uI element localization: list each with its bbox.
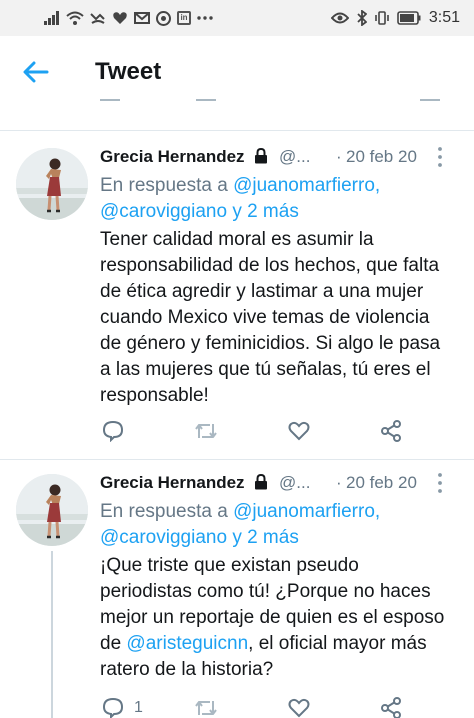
reply-icon [102, 697, 124, 718]
battery-icon [397, 11, 421, 25]
bluetooth-icon [357, 10, 367, 26]
mention-link[interactable]: @caroviggiano [100, 527, 227, 548]
mention-comma: , [374, 501, 381, 522]
tweet-header: Grecia Hernandez @... · 20 feb 20 [100, 147, 450, 175]
retweet-button[interactable] [194, 695, 228, 718]
separator-dot: · [336, 147, 342, 166]
mention-link[interactable]: @juanomarfierro [233, 501, 375, 522]
reply-icon [102, 420, 124, 442]
tweet-text: ¡Que triste que existan pseudo periodist… [100, 553, 452, 683]
tweet-options-button[interactable] [430, 471, 450, 495]
reply-prefix: En respuesta a [100, 501, 228, 522]
share-icon [381, 420, 401, 442]
heart-icon [288, 421, 310, 441]
author-handle[interactable]: @... [279, 473, 310, 492]
reply-context: En respuesta a @juanomarfierro, @carovig… [100, 499, 450, 551]
retweet-icon [195, 701, 217, 715]
share-button[interactable] [380, 695, 402, 718]
thread-line [51, 551, 53, 718]
vibrate-icon [375, 10, 389, 26]
divider [0, 459, 474, 460]
mention-link[interactable]: @caroviggiano [100, 201, 227, 222]
mention-link[interactable]: @aristeguicnn [126, 633, 248, 654]
more-dots-icon [197, 15, 213, 21]
retweet-button[interactable] [194, 418, 228, 444]
status-bar: in 3:51 [0, 0, 474, 36]
back-button[interactable] [18, 56, 54, 88]
avatar[interactable] [16, 148, 88, 220]
author-name[interactable]: Grecia Hernandez [100, 473, 245, 492]
tweet-actions [100, 418, 430, 446]
tweet-options-button[interactable] [430, 145, 450, 169]
reply-prefix: En respuesta a [100, 175, 228, 196]
more-vertical-icon [438, 473, 442, 493]
more-vertical-icon [438, 147, 442, 167]
author-handle[interactable]: @... [279, 147, 310, 166]
page-title: Tweet [95, 58, 162, 85]
tweet[interactable]: Grecia Hernandez @... · 20 feb 20 En res… [0, 147, 474, 452]
wifi-icon [66, 11, 84, 25]
more-mentions-link[interactable]: y 2 más [232, 527, 299, 548]
heart-monitor-icon [112, 11, 128, 25]
like-button[interactable] [288, 695, 320, 718]
lock-icon [254, 473, 268, 495]
more-mentions-link[interactable]: y 2 más [232, 201, 299, 222]
status-time: 3:51 [428, 9, 460, 26]
mail-icon [134, 11, 150, 25]
divider [0, 130, 474, 131]
chrome-icon [156, 10, 171, 26]
tweet-text: Tener calidad moral es asumir la respons… [100, 229, 441, 406]
reply-count: 1 [134, 699, 143, 716]
tweet-header: Grecia Hernandez @... · 20 feb 20 [100, 473, 450, 501]
mention-comma: , [374, 175, 381, 196]
retweet-icon [195, 424, 217, 438]
linkedin-icon: in [177, 11, 191, 25]
tweet[interactable]: Grecia Hernandez @... · 20 feb 20 En res… [0, 473, 474, 718]
previous-tweet-remnant [0, 96, 474, 110]
reply-button[interactable] [102, 418, 134, 444]
author-name[interactable]: Grecia Hernandez [100, 147, 245, 166]
tweet-date[interactable]: 20 feb 20 [346, 473, 417, 493]
reply-button[interactable]: 1 [102, 695, 143, 718]
like-button[interactable] [288, 418, 320, 444]
mention-link[interactable]: @juanomarfierro [233, 175, 375, 196]
missed-call-icon [90, 11, 106, 25]
share-button[interactable] [380, 418, 402, 444]
signal-icon [44, 11, 60, 25]
reply-context: En respuesta a @juanomarfierro, @carovig… [100, 173, 450, 225]
lock-icon [254, 147, 268, 169]
eye-icon [330, 12, 349, 24]
separator-dot: · [336, 473, 342, 492]
share-icon [381, 697, 401, 718]
heart-icon [288, 698, 310, 718]
avatar[interactable] [16, 474, 88, 546]
tweet-date[interactable]: 20 feb 20 [346, 147, 417, 167]
back-arrow-icon [23, 61, 49, 83]
tweet-actions: 1 [100, 695, 430, 718]
